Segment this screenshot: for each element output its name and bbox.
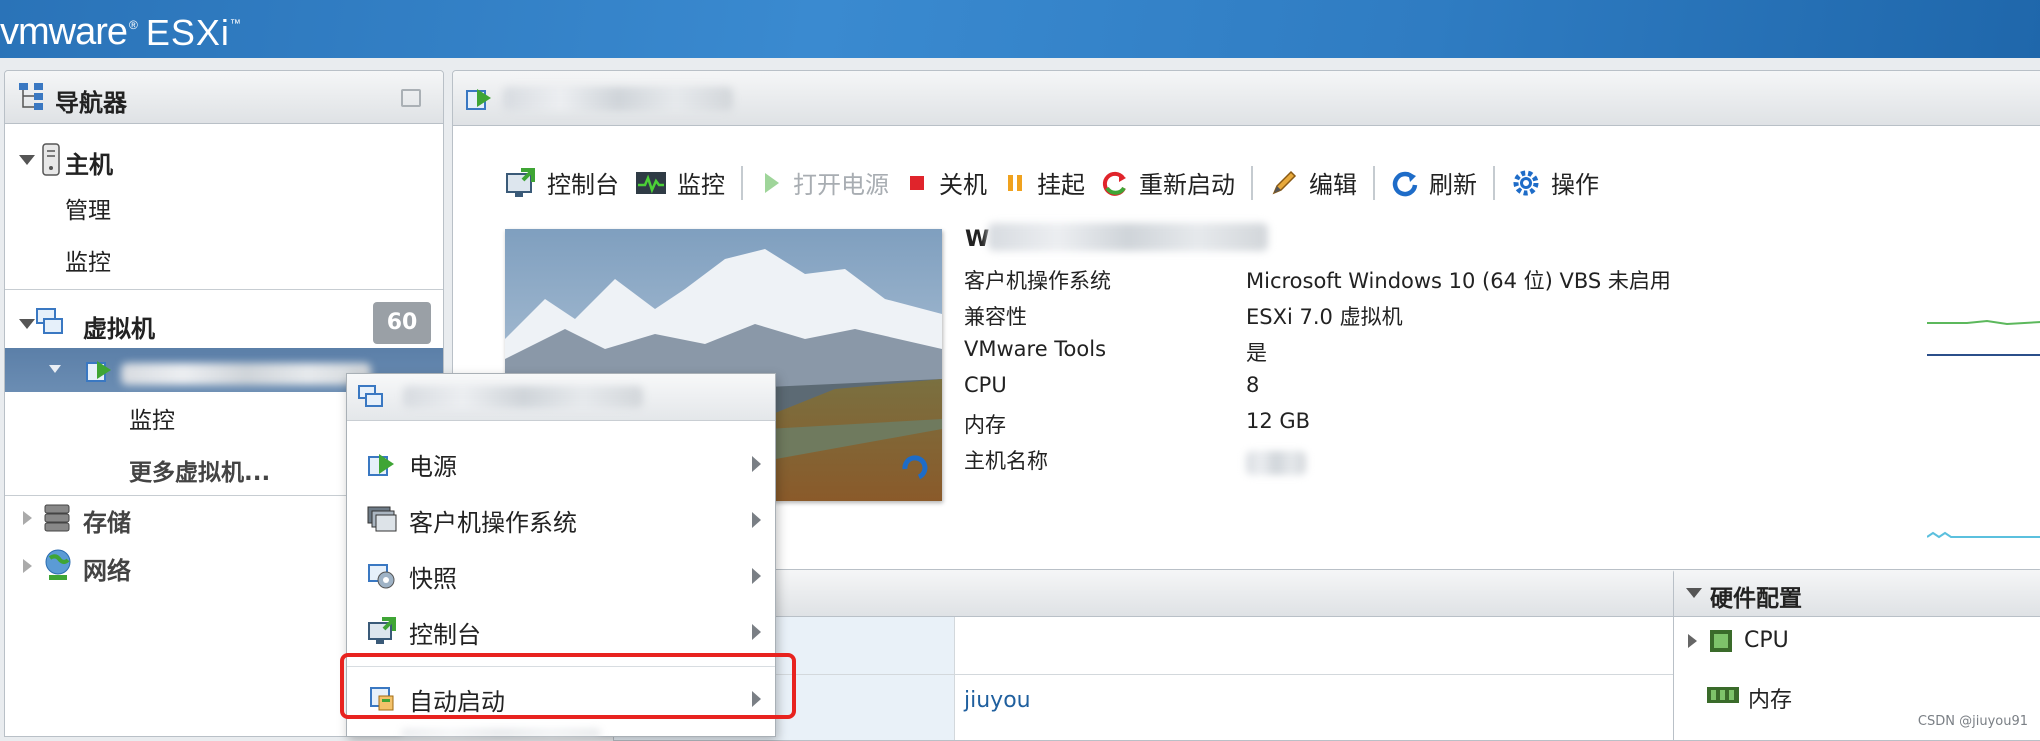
vm-title-redacted (503, 87, 733, 111)
hardware-config-header: 硬件配置 (1674, 570, 2040, 617)
nav-host-manage[interactable]: 管理 (65, 191, 111, 225)
snapshot-icon (368, 564, 395, 589)
info-row: 兼容性 ESXi 7.0 虚拟机 (964, 305, 1403, 329)
monitor-chart-icon (636, 171, 666, 194)
info-row: 客户机操作系统 Microsoft Windows 10 (64 位) VBS 未… (964, 269, 1671, 293)
nav-virtual-machines[interactable]: 虚拟机 (83, 309, 155, 344)
restart-icon (1102, 171, 1126, 196)
host-server-icon (42, 143, 60, 176)
pause-icon (1008, 174, 1022, 191)
info-row: CPU 8 (964, 373, 1260, 397)
virtual-machines-icon (36, 308, 63, 334)
shutdown-button[interactable]: 关机 (905, 165, 987, 200)
vmware-esxi-logo: vmware ® ESXi ™ (0, 11, 241, 53)
console-icon (368, 617, 396, 644)
vm-powered-on-icon (86, 361, 111, 382)
refresh-button[interactable]: 刷新 (1391, 165, 1477, 200)
usage-sparklines (1927, 319, 2040, 539)
actions-button[interactable]: 操作 (1511, 165, 1599, 200)
hardware-cpu[interactable]: CPU (1744, 628, 1789, 653)
console-icon (506, 167, 535, 197)
vm-name-title: W (965, 227, 990, 252)
expand-vm-icon[interactable] (49, 365, 61, 373)
vm-toolbar: 控制台 监控 打开电源 关机 挂起 重新启动 编辑 刷新 操作 (505, 165, 1599, 200)
navigator-title: 导航器 (55, 89, 127, 117)
pencil-icon (1272, 170, 1297, 194)
nav-vm-monitor[interactable]: 监控 (129, 401, 175, 435)
stop-icon (910, 175, 924, 190)
nav-host-monitor[interactable]: 监控 (65, 243, 111, 277)
vm-info-table: 客户机操作系统 Microsoft Windows 10 (64 位) VBS 未… (964, 265, 1671, 481)
nav-host[interactable]: 主机 (65, 145, 113, 180)
guest-os-icon (367, 506, 397, 532)
refresh-icon (1392, 171, 1418, 196)
menu-item-guest-os[interactable]: 客户机操作系统 (347, 492, 775, 548)
play-icon (765, 172, 779, 193)
host-name-redacted (1246, 451, 1306, 475)
divider (954, 617, 955, 740)
context-menu-header (347, 374, 775, 421)
highlight-annotation-box (340, 653, 796, 719)
collapse-panel-icon[interactable] (401, 89, 421, 107)
collapse-hardware-icon[interactable] (1686, 588, 1702, 598)
csdn-watermark: CSDN @jiuyou91 (1917, 714, 2028, 729)
cpu-chip-icon (1710, 630, 1732, 652)
storage-icon (44, 504, 70, 532)
vm-icon (358, 385, 383, 407)
vm-powered-on-icon (466, 89, 491, 110)
suspend-button[interactable]: 挂起 (1003, 165, 1085, 200)
nav-storage[interactable]: 存储 (83, 503, 131, 538)
gear-icon (1513, 170, 1539, 195)
info-row: VMware Tools 是 (964, 337, 1267, 365)
nav-network[interactable]: 网络 (83, 551, 131, 586)
submenu-arrow-icon (752, 512, 761, 528)
menu-item-power[interactable]: 电源 (347, 436, 775, 492)
menu-item-snapshot[interactable]: 快照 (347, 548, 775, 604)
navigator-tree-icon (19, 83, 43, 110)
memory-module-icon (1707, 687, 1739, 703)
toolbar-separator (741, 165, 743, 200)
vm-detail-header (453, 71, 2040, 126)
console-button[interactable]: 控制台 (505, 165, 619, 200)
menu-item-console[interactable]: 控制台 (347, 604, 775, 660)
power-on-button[interactable]: 打开电源 (759, 165, 889, 200)
expand-host-icon[interactable] (19, 155, 35, 165)
vm-count-badge: 60 (373, 302, 431, 344)
toolbar-separator (1493, 165, 1495, 200)
toolbar-separator (1251, 165, 1253, 200)
expand-cpu-icon[interactable] (1688, 634, 1697, 648)
vm-name-redacted (988, 223, 1268, 251)
general-info-header (614, 570, 1770, 617)
power-vm-icon (368, 454, 394, 476)
vm-name-redacted (403, 386, 643, 408)
edit-button[interactable]: 编辑 (1269, 165, 1357, 200)
expand-storage-icon[interactable] (23, 511, 32, 525)
info-row: 内存 12 GB (964, 409, 1311, 437)
expand-network-icon[interactable] (23, 559, 32, 573)
network-globe-icon (45, 549, 71, 580)
toolbar-separator (1373, 165, 1375, 200)
expand-vms-icon[interactable] (19, 319, 35, 329)
submenu-arrow-icon (752, 568, 761, 584)
next-menu-item-cut-off (401, 729, 601, 737)
hardware-config-title: 硬件配置 (1710, 586, 1802, 612)
top-banner (0, 0, 2040, 58)
owner-link[interactable]: jiuyou (964, 688, 1031, 713)
submenu-arrow-icon (752, 456, 761, 472)
vm-name-redacted (121, 363, 371, 385)
monitor-button[interactable]: 监控 (635, 165, 725, 200)
divider (5, 289, 443, 290)
nav-more-vms[interactable]: 更多虚拟机... (129, 453, 270, 487)
hardware-memory[interactable]: 内存 (1748, 682, 1792, 714)
navigator-header: 导航器 (5, 71, 443, 124)
submenu-arrow-icon (752, 624, 761, 640)
restart-button[interactable]: 重新启动 (1101, 165, 1235, 200)
info-row: 主机名称 (964, 445, 1306, 481)
